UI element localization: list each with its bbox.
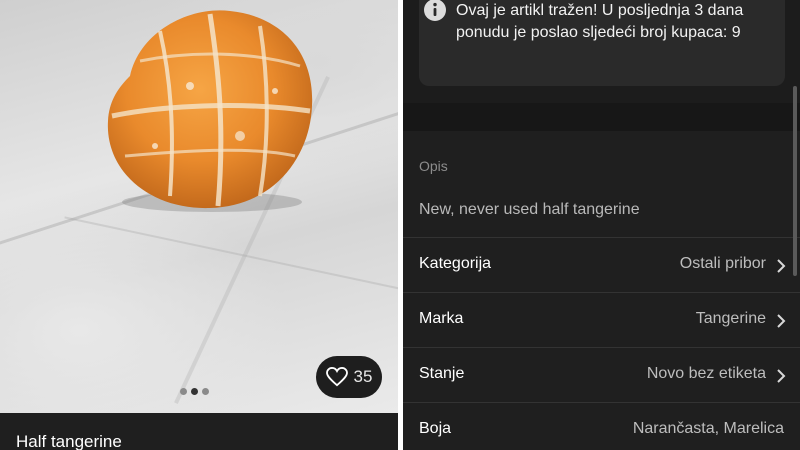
detail-value: Ostali pribor: [679, 255, 766, 272]
detail-row-category[interactable]: Kategorija Ostali pribor: [403, 238, 800, 293]
gallery-pagination[interactable]: [180, 388, 209, 395]
paper-fold: [64, 216, 398, 306]
heart-icon: [325, 367, 348, 387]
chevron-right-icon: [777, 259, 786, 273]
description-label: Opis: [419, 158, 448, 174]
detail-key: Boja: [419, 420, 452, 437]
details-panel: Ovaj je artikl tražen! U posljednja 3 da…: [403, 0, 800, 450]
detail-value: Narančasta, Marelica: [632, 420, 784, 437]
gallery-dot-active[interactable]: [191, 388, 198, 395]
scrollbar[interactable]: [793, 86, 797, 276]
description-text: New, never used half tangerine: [419, 201, 640, 218]
listing-title: Half tangerine: [16, 432, 122, 450]
detail-key: Stanje: [419, 365, 465, 382]
chevron-right-icon: [777, 314, 786, 328]
detail-key: Kategorija: [419, 255, 492, 272]
info-icon: [424, 0, 446, 21]
detail-row-color: Boja Narančasta, Marelica: [403, 403, 800, 450]
detail-value: Tangerine: [695, 310, 766, 327]
section-gap: [403, 103, 800, 131]
tangerine-image: [107, 10, 313, 212]
gallery-dot[interactable]: [202, 388, 209, 395]
detail-value: Novo bez etiketa: [646, 365, 766, 382]
chevron-right-icon: [777, 369, 786, 383]
gallery-dot[interactable]: [180, 388, 187, 395]
detail-row-condition[interactable]: Stanje Novo bez etiketa: [403, 348, 800, 403]
listing-panel: 35 Half tangerine: [0, 0, 398, 450]
detail-key: Marka: [419, 310, 464, 327]
demand-notice-text: Ovaj je artikl tražen! U posljednja 3 da…: [456, 2, 744, 41]
favorite-count: 35: [353, 367, 373, 386]
detail-row-brand[interactable]: Marka Tangerine: [403, 293, 800, 348]
favorite-button[interactable]: 35: [316, 356, 382, 398]
listing-photo[interactable]: 35: [0, 0, 398, 413]
